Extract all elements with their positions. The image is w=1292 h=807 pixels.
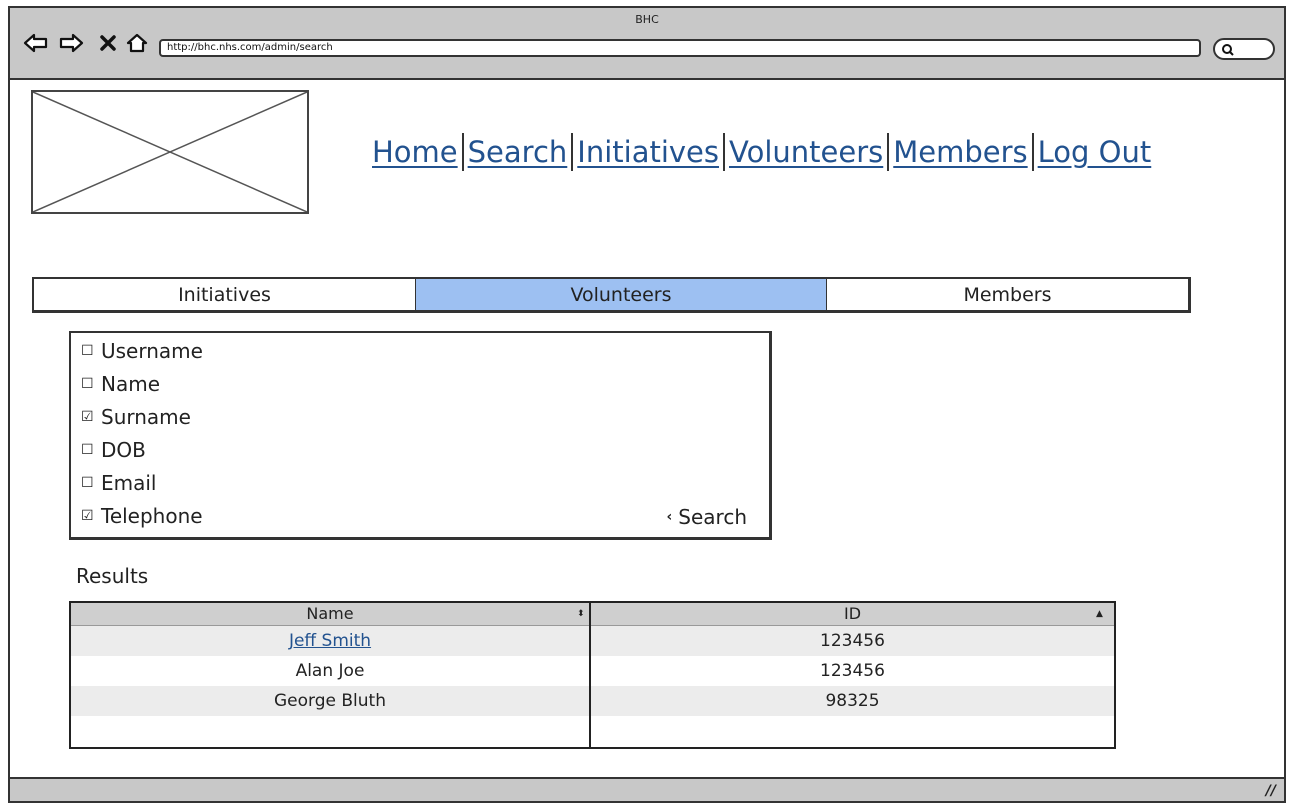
filter-dob[interactable]: ☐ DOB	[81, 435, 146, 465]
browser-titlebar: BHC http://bhc.nhs.com/admin/search	[10, 8, 1284, 80]
name-cell: George Bluth	[274, 691, 386, 711]
nav-divider	[887, 133, 890, 171]
table-row[interactable]: Alan Joe 123456	[71, 656, 1114, 686]
table-row[interactable]: George Bluth 98325	[71, 686, 1114, 716]
nav-search-link[interactable]: Search	[468, 135, 568, 169]
logo-placeholder	[31, 90, 309, 214]
search-button[interactable]: ‹ Search	[667, 505, 748, 529]
column-header-id[interactable]: ID	[591, 603, 1114, 625]
checkbox-unchecked-icon[interactable]: ☐	[81, 475, 95, 491]
column-header-label: Name	[306, 604, 354, 623]
tab-members[interactable]: Members	[826, 279, 1188, 310]
filter-label: DOB	[101, 438, 146, 462]
tab-initiatives[interactable]: Initiatives	[34, 279, 415, 310]
nav-divider	[1031, 133, 1034, 171]
main-nav: Home Search Initiatives Volunteers Membe…	[372, 130, 1151, 174]
column-header-name[interactable]: Name	[71, 603, 589, 625]
search-filter-panel: ☐ Username ☐ Name ☑ Surname ☐ DOB ☐ Emai…	[69, 331, 772, 540]
filter-label: Username	[101, 339, 203, 363]
nav-divider	[723, 133, 726, 171]
home-icon[interactable]	[123, 30, 151, 56]
nav-members-link[interactable]: Members	[893, 135, 1027, 169]
browser-statusbar: //	[10, 777, 1284, 801]
forward-arrow-icon[interactable]	[57, 30, 85, 56]
results-heading: Results	[76, 564, 149, 588]
filter-label: Telephone	[101, 504, 203, 528]
nav-home-link[interactable]: Home	[372, 135, 458, 169]
tab-volunteers[interactable]: Volunteers	[415, 279, 826, 310]
search-button-label: Search	[678, 505, 747, 529]
resize-grip-icon[interactable]: //	[1266, 783, 1276, 799]
chevron-left-icon: ‹	[666, 509, 673, 525]
id-cell: 123456	[820, 631, 885, 651]
nav-divider	[461, 133, 464, 171]
checkbox-unchecked-icon[interactable]: ☐	[81, 442, 95, 458]
sort-ascending-icon[interactable]: ▲	[1096, 603, 1103, 625]
browser-window: BHC http://bhc.nhs.com/admin/search Home…	[8, 6, 1286, 803]
nav-logout-link[interactable]: Log Out	[1038, 135, 1152, 169]
search-category-tabs: Initiatives Volunteers Members	[32, 277, 1191, 313]
table-header: Name ⬍ ID ▲	[71, 603, 1114, 626]
filter-surname[interactable]: ☑ Surname	[81, 402, 191, 432]
checkbox-unchecked-icon[interactable]: ☐	[81, 343, 95, 359]
id-cell: 98325	[825, 691, 880, 711]
checkbox-checked-icon[interactable]: ☑	[81, 409, 95, 425]
results-table: Name ⬍ ID ▲ Jeff Smith 123456 Alan Joe 1…	[69, 601, 1116, 749]
window-title: BHC	[635, 13, 659, 26]
filter-username[interactable]: ☐ Username	[81, 336, 203, 366]
name-cell: Alan Joe	[295, 661, 365, 681]
volunteer-link[interactable]: Jeff Smith	[289, 631, 371, 651]
nav-initiatives-link[interactable]: Initiatives	[577, 135, 719, 169]
checkbox-unchecked-icon[interactable]: ☐	[81, 376, 95, 392]
column-divider	[589, 603, 591, 747]
filter-telephone[interactable]: ☑ Telephone	[81, 501, 203, 531]
checkbox-checked-icon[interactable]: ☑	[81, 508, 95, 524]
filter-label: Name	[101, 372, 161, 396]
id-cell: 123456	[820, 661, 885, 681]
column-header-label: ID	[843, 604, 862, 623]
filter-name[interactable]: ☐ Name	[81, 369, 160, 399]
back-arrow-icon[interactable]	[22, 30, 50, 56]
stop-x-icon[interactable]	[94, 30, 122, 56]
filter-label: Email	[101, 471, 157, 495]
sort-both-icon[interactable]: ⬍	[577, 603, 585, 625]
filter-email[interactable]: ☐ Email	[81, 468, 157, 498]
nav-divider	[571, 133, 574, 171]
table-row-empty	[71, 716, 1114, 746]
address-bar[interactable]: http://bhc.nhs.com/admin/search	[159, 39, 1201, 57]
filter-label: Surname	[101, 405, 191, 429]
table-row[interactable]: Jeff Smith 123456	[71, 626, 1114, 656]
nav-volunteers-link[interactable]: Volunteers	[729, 135, 883, 169]
browser-search-field[interactable]	[1213, 38, 1275, 60]
search-icon	[1222, 44, 1234, 56]
name-cell: Jeff Smith	[71, 626, 589, 656]
